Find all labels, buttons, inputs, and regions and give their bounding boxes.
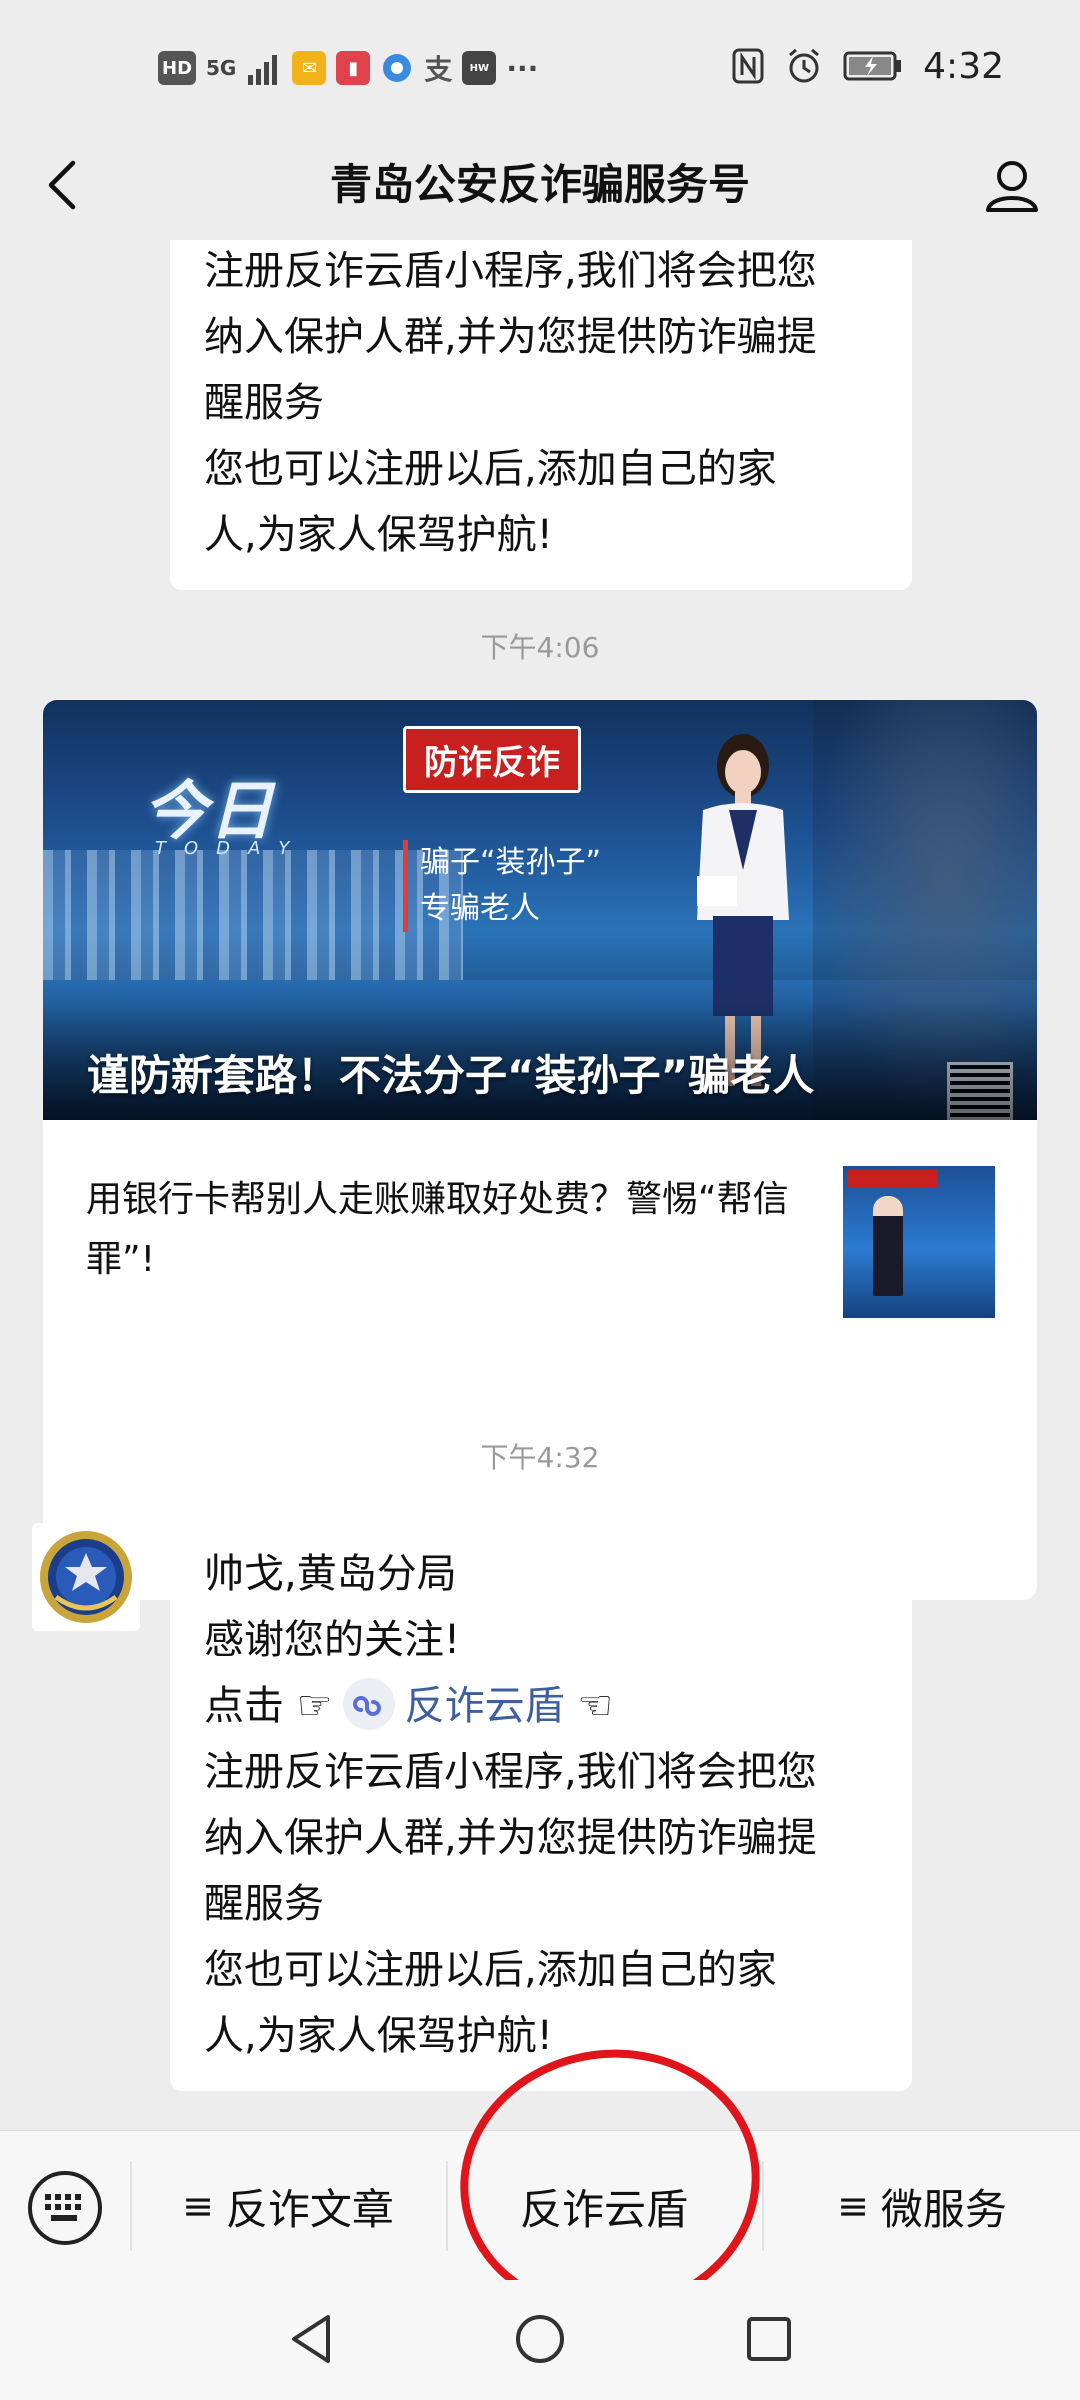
thumbnail-figure bbox=[873, 1196, 903, 1296]
sub-article-thumbnail[interactable] bbox=[843, 1166, 995, 1318]
click-suffix: ☜ bbox=[577, 1683, 614, 1729]
chat-header: 青岛公安反诈骗服务号 bbox=[0, 130, 1080, 240]
account-avatar[interactable] bbox=[32, 1523, 140, 1631]
status-icons-left: HD 5G ✉ ▮ 支 HW ··· bbox=[158, 44, 538, 92]
message-line: 注册反诈云盾小程序,我们将会把您 bbox=[204, 248, 817, 294]
more-notifications-icon: ··· bbox=[506, 51, 539, 85]
menu-label: 微服务 bbox=[880, 2184, 1007, 2234]
huawei-app-icon: HW bbox=[462, 51, 497, 85]
article-title[interactable]: 谨防新套路！不法分子“装孙子”骗老人 bbox=[87, 1042, 814, 1103]
battery-icon bbox=[843, 51, 902, 81]
menu-micro-services[interactable]: ≡ 微服务 bbox=[764, 2131, 1080, 2281]
nav-recent-button[interactable] bbox=[734, 2304, 804, 2374]
nfc-icon bbox=[732, 48, 764, 84]
hero-caption: 骗子“装孙子” 专骗老人 bbox=[403, 840, 601, 932]
mail-icon: ✉ bbox=[292, 51, 327, 85]
system-nav-bar bbox=[0, 2280, 1080, 2400]
hero-tag: 防诈反诈 bbox=[403, 726, 581, 793]
clock: 4:32 bbox=[923, 45, 1004, 87]
menu-label: 反诈云盾 bbox=[519, 2184, 688, 2234]
menu-anti-fraud-shield[interactable]: 反诈云盾 bbox=[446, 2131, 762, 2281]
message-line: 帅戈,黄岛分局 bbox=[204, 1551, 457, 1597]
mini-program-icon[interactable] bbox=[342, 1678, 395, 1730]
message-line: 您也可以注册以后,添加自己的家 bbox=[204, 446, 777, 492]
message-line: 醒服务 bbox=[204, 1881, 324, 1927]
hd-badge: HD bbox=[158, 51, 197, 85]
today-logo-sub: TODAY bbox=[155, 838, 308, 859]
nav-back-button[interactable] bbox=[276, 2304, 346, 2374]
sub-article-title[interactable]: 用银行卡帮别人走账赚取好处费？警惕“帮信罪”! bbox=[86, 1170, 806, 1290]
menu-label: 反诈文章 bbox=[225, 2184, 394, 2234]
menu-list-icon: ≡ bbox=[837, 2184, 869, 2228]
hero-caption-line: 专骗老人 bbox=[420, 891, 540, 926]
menu-list-icon: ≡ bbox=[182, 2184, 214, 2228]
nav-home-button[interactable] bbox=[505, 2304, 575, 2374]
keyboard-toggle-button[interactable] bbox=[28, 2171, 102, 2245]
message-line: 人,为家人保驾护航! bbox=[204, 2013, 553, 2059]
person-icon bbox=[986, 161, 1038, 212]
keyboard-icon bbox=[45, 2194, 81, 2221]
chat-area[interactable]: 注册反诈云盾小程序,我们将会把您 纳入保护人群,并为您提供防诈骗提 醒服务 您也… bbox=[0, 240, 1080, 2130]
click-prefix: 点击 ☞ bbox=[204, 1683, 333, 1729]
alipay-icon: 支 bbox=[424, 53, 453, 86]
message-bubble-latest: 帅戈,黄岛分局 感谢您的关注! 点击 ☞ 反诈云盾 ☜ 注册反诈云盾小程序,我们将… bbox=[170, 1525, 912, 2091]
browser-app-icon bbox=[383, 54, 412, 82]
message-bubble-previous: 注册反诈云盾小程序,我们将会把您 纳入保护人群,并为您提供防诈骗提 醒服务 您也… bbox=[170, 240, 912, 590]
message-line: 纳入保护人群,并为您提供防诈骗提 bbox=[204, 1815, 817, 1861]
status-icons-right: 4:32 bbox=[731, 40, 1004, 92]
timestamp: 下午4:32 bbox=[480, 1441, 600, 1474]
message-line: 纳入保护人群,并为您提供防诈骗提 bbox=[204, 314, 817, 360]
signal-icon bbox=[248, 55, 278, 85]
message-line: 您也可以注册以后,添加自己的家 bbox=[204, 1947, 777, 1993]
anti-fraud-link[interactable]: 反诈云盾 bbox=[405, 1683, 565, 1729]
square-recent-icon bbox=[747, 2317, 791, 2361]
alarm-icon bbox=[789, 48, 820, 83]
page-title: 青岛公安反诈骗服务号 bbox=[329, 160, 750, 209]
sub-article[interactable]: 用银行卡帮别人走账赚取好处费？警惕“帮信罪”! bbox=[43, 1120, 1037, 1355]
status-bar: HD 5G ✉ ▮ 支 HW ··· 4:32 bbox=[0, 0, 1080, 130]
menu-anti-fraud-articles[interactable]: ≡ 反诈文章 bbox=[132, 2131, 444, 2281]
article-hero[interactable]: 今日 TODAY 防诈反诈 骗子“装孙子” 专骗老人 谨防新套路！不法分子“装孙… bbox=[43, 700, 1037, 1120]
triangle-back-icon bbox=[292, 2315, 330, 2363]
profile-button[interactable] bbox=[972, 146, 1052, 226]
hero-caption-line: 骗子“装孙子” bbox=[420, 845, 602, 880]
circle-home-icon bbox=[516, 2315, 564, 2363]
message-line: 人,为家人保驾护航! bbox=[204, 512, 553, 558]
bottom-menu-bar: ≡ 反诈文章 反诈云盾 ≡ 微服务 bbox=[0, 2130, 1080, 2280]
timestamp: 下午4:06 bbox=[480, 631, 600, 664]
message-line: 感谢您的关注! bbox=[204, 1617, 461, 1663]
message-line: 醒服务 bbox=[204, 380, 324, 426]
message-line: 注册反诈云盾小程序,我们将会把您 bbox=[204, 1749, 817, 1795]
hero-skyline bbox=[43, 850, 463, 980]
police-badge-icon bbox=[40, 1531, 132, 1623]
network-indicator: 5G bbox=[206, 56, 237, 80]
click-line: 点击 ☞ 反诈云盾 ☜ bbox=[204, 1673, 880, 1739]
book-app-icon: ▮ bbox=[336, 51, 371, 85]
thumbnail-banner bbox=[847, 1170, 937, 1188]
